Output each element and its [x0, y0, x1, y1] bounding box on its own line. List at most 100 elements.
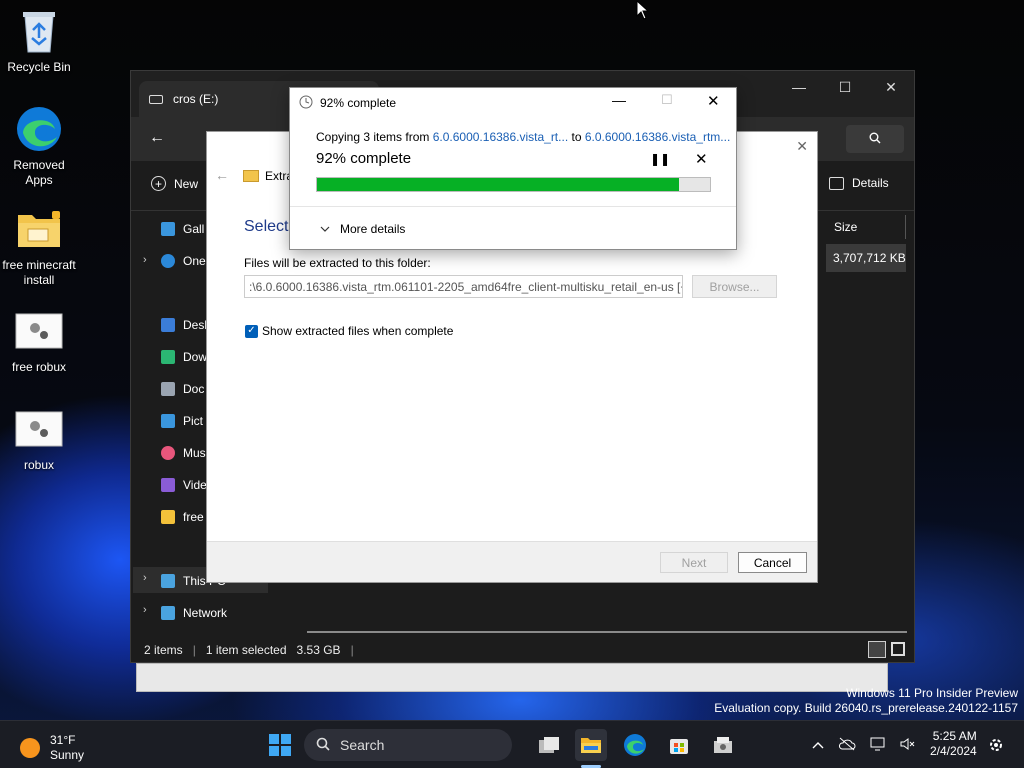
clock-time: 5:25 AM — [932, 729, 977, 743]
network-icon[interactable] — [870, 737, 886, 754]
copying-info: Copying 3 items from 6.0.6000.16386.vist… — [316, 130, 730, 144]
download-icon — [161, 350, 175, 364]
size-column-header[interactable]: Size — [826, 215, 906, 239]
desktop-icon-removed-apps[interactable]: Removed Apps — [1, 104, 77, 188]
explorer-status-bar: 2 items | 1 item selected 3.53 GB | — [131, 638, 914, 662]
back-arrow-icon[interactable]: ← — [149, 129, 165, 147]
desktop-icon-label: Recycle Bin — [7, 60, 71, 74]
search-label: Search — [340, 737, 385, 753]
weather-widget[interactable]: 31°F Sunny — [20, 733, 84, 763]
clock-date: 2/4/2024 — [930, 744, 977, 758]
search-icon — [869, 132, 881, 147]
details-pane-icon — [829, 176, 844, 190]
store-taskbar-icon[interactable] — [663, 729, 695, 761]
tiles-view-icon[interactable] — [891, 642, 905, 656]
copy-dialog-minimize-button[interactable]: — — [612, 92, 626, 108]
copy-dialog-close-button[interactable]: ✕ — [707, 92, 720, 110]
sidebar-item-gallery[interactable]: Gall — [161, 218, 204, 240]
copy-dialog-maximize-button[interactable]: ☐ — [661, 92, 673, 108]
more-details-toggle[interactable]: More details — [320, 222, 405, 236]
installer-taskbar-icon[interactable] — [707, 729, 739, 761]
sidebar-item-documents[interactable]: Doc — [161, 378, 204, 400]
copy-percent-label: 92% complete — [316, 150, 412, 167]
sidebar-label: Desl — [183, 318, 208, 332]
clock-icon — [299, 95, 313, 112]
network-icon — [161, 606, 175, 620]
desktop-icon-robux[interactable]: robux — [1, 404, 77, 473]
taskbar-search[interactable]: Search — [304, 729, 512, 761]
copy-destination-link[interactable]: 6.0.6000.16386.vista_rtm... — [585, 130, 730, 144]
file-size-value: 3,707,712 KB — [833, 251, 906, 265]
copy-source-link[interactable]: 6.0.6000.16386.vista_rt... — [433, 130, 568, 144]
notification-settings-icon[interactable] — [988, 737, 1004, 756]
next-button[interactable]: Next — [660, 552, 728, 573]
copy-progress-dialog: 92% complete — ☐ ✕ Copying 3 items from … — [289, 87, 737, 250]
sidebar-item-onedrive[interactable]: One — [161, 250, 206, 272]
file-explorer-taskbar-icon[interactable] — [575, 729, 607, 761]
cancel-copy-icon[interactable]: ✕ — [695, 150, 708, 168]
desktop-icon-free-minecraft-install[interactable]: free minecraft install — [1, 204, 77, 288]
explorer-close-button[interactable]: ✕ — [868, 71, 914, 103]
sidebar-item-pictures[interactable]: Pict — [161, 410, 203, 432]
system-tray — [812, 721, 916, 768]
pause-icon[interactable]: ❚❚ — [650, 152, 670, 166]
sidebar-label: One — [183, 254, 206, 268]
chevron-up-icon[interactable] — [812, 738, 824, 752]
sidebar-item-desktop[interactable]: Desl — [161, 314, 207, 336]
explorer-tab-title: cros (E:) — [173, 92, 219, 106]
desktop-icon-label: free minecraft install — [2, 258, 76, 287]
sidebar-item-music[interactable]: Mus — [161, 442, 206, 464]
copy-progress-bar — [316, 177, 711, 192]
desktop-folder-icon — [161, 318, 175, 332]
task-view-icon[interactable] — [533, 729, 565, 761]
mouse-cursor-icon — [636, 0, 650, 23]
desktop-icon-label: free robux — [11, 360, 67, 374]
new-button[interactable]: + New — [151, 176, 198, 191]
new-label: New — [174, 176, 199, 191]
music-icon — [161, 446, 175, 460]
cancel-button[interactable]: Cancel — [738, 552, 807, 573]
size-header-label: Size — [834, 220, 858, 234]
wizard-close-icon[interactable]: ✕ — [796, 138, 808, 155]
show-files-checkbox-row[interactable]: ✓ Show extracted files when complete — [245, 324, 453, 338]
sidebar-item-videos[interactable]: Vide — [161, 474, 207, 496]
status-separator: | — [192, 643, 196, 657]
chevron-right-icon[interactable]: › — [143, 604, 147, 616]
taskbar-clock[interactable]: 5:25 AM 2/4/2024 — [930, 729, 977, 759]
windows-watermark: Windows 11 Pro Insider Preview Evaluatio… — [714, 686, 1018, 716]
chevron-right-icon[interactable]: › — [143, 572, 147, 584]
sidebar-item-free-folder[interactable]: free — [161, 506, 204, 528]
explorer-maximize-button[interactable]: ☐ — [822, 71, 868, 103]
sidebar-label: Pict — [183, 414, 204, 428]
edge-taskbar-icon[interactable] — [619, 729, 651, 761]
checkbox-checked-icon[interactable]: ✓ — [245, 324, 258, 338]
plus-circle-icon: + — [151, 176, 166, 191]
desktop-icon-free-robux[interactable]: free robux — [1, 306, 77, 375]
copying-to-word: to — [571, 130, 582, 144]
status-separator: | — [350, 643, 354, 657]
browse-button[interactable]: Browse... — [692, 275, 777, 298]
details-button[interactable]: Details — [829, 176, 889, 190]
horizontal-scrollbar[interactable] — [307, 631, 907, 633]
status-size: 3.53 GB — [296, 643, 341, 657]
cloud-icon — [161, 254, 175, 268]
start-button-icon[interactable] — [264, 729, 296, 761]
copy-dialog-title: 92% complete — [320, 96, 397, 110]
desktop-icon-label: Removed Apps — [13, 158, 65, 187]
chevron-right-icon[interactable]: › — [143, 254, 147, 266]
details-view-icon[interactable] — [868, 641, 886, 658]
sidebar-item-network[interactable]: Network — [161, 602, 227, 624]
taskbar: 31°F Sunny Search 5:25 AM 2/4/2024 — [0, 720, 1024, 768]
cloud-offline-icon[interactable] — [838, 737, 856, 754]
extract-folder-path-input[interactable]: :\6.0.6000.16386.vista_rtm.061101-2205_a… — [244, 275, 683, 298]
wizard-back-arrow-icon[interactable]: ← — [215, 167, 229, 183]
document-icon — [161, 382, 175, 396]
explorer-minimize-button[interactable]: — — [776, 71, 822, 103]
selected-file-row[interactable]: 3,707,712 KB — [826, 244, 906, 272]
search-icon — [316, 737, 330, 754]
search-field[interactable] — [846, 125, 904, 153]
desktop-icon-recycle-bin[interactable]: Recycle Bin — [1, 6, 77, 75]
sidebar-item-downloads[interactable]: Dow — [161, 346, 207, 368]
details-label: Details — [852, 176, 889, 190]
volume-muted-icon[interactable] — [900, 737, 916, 754]
